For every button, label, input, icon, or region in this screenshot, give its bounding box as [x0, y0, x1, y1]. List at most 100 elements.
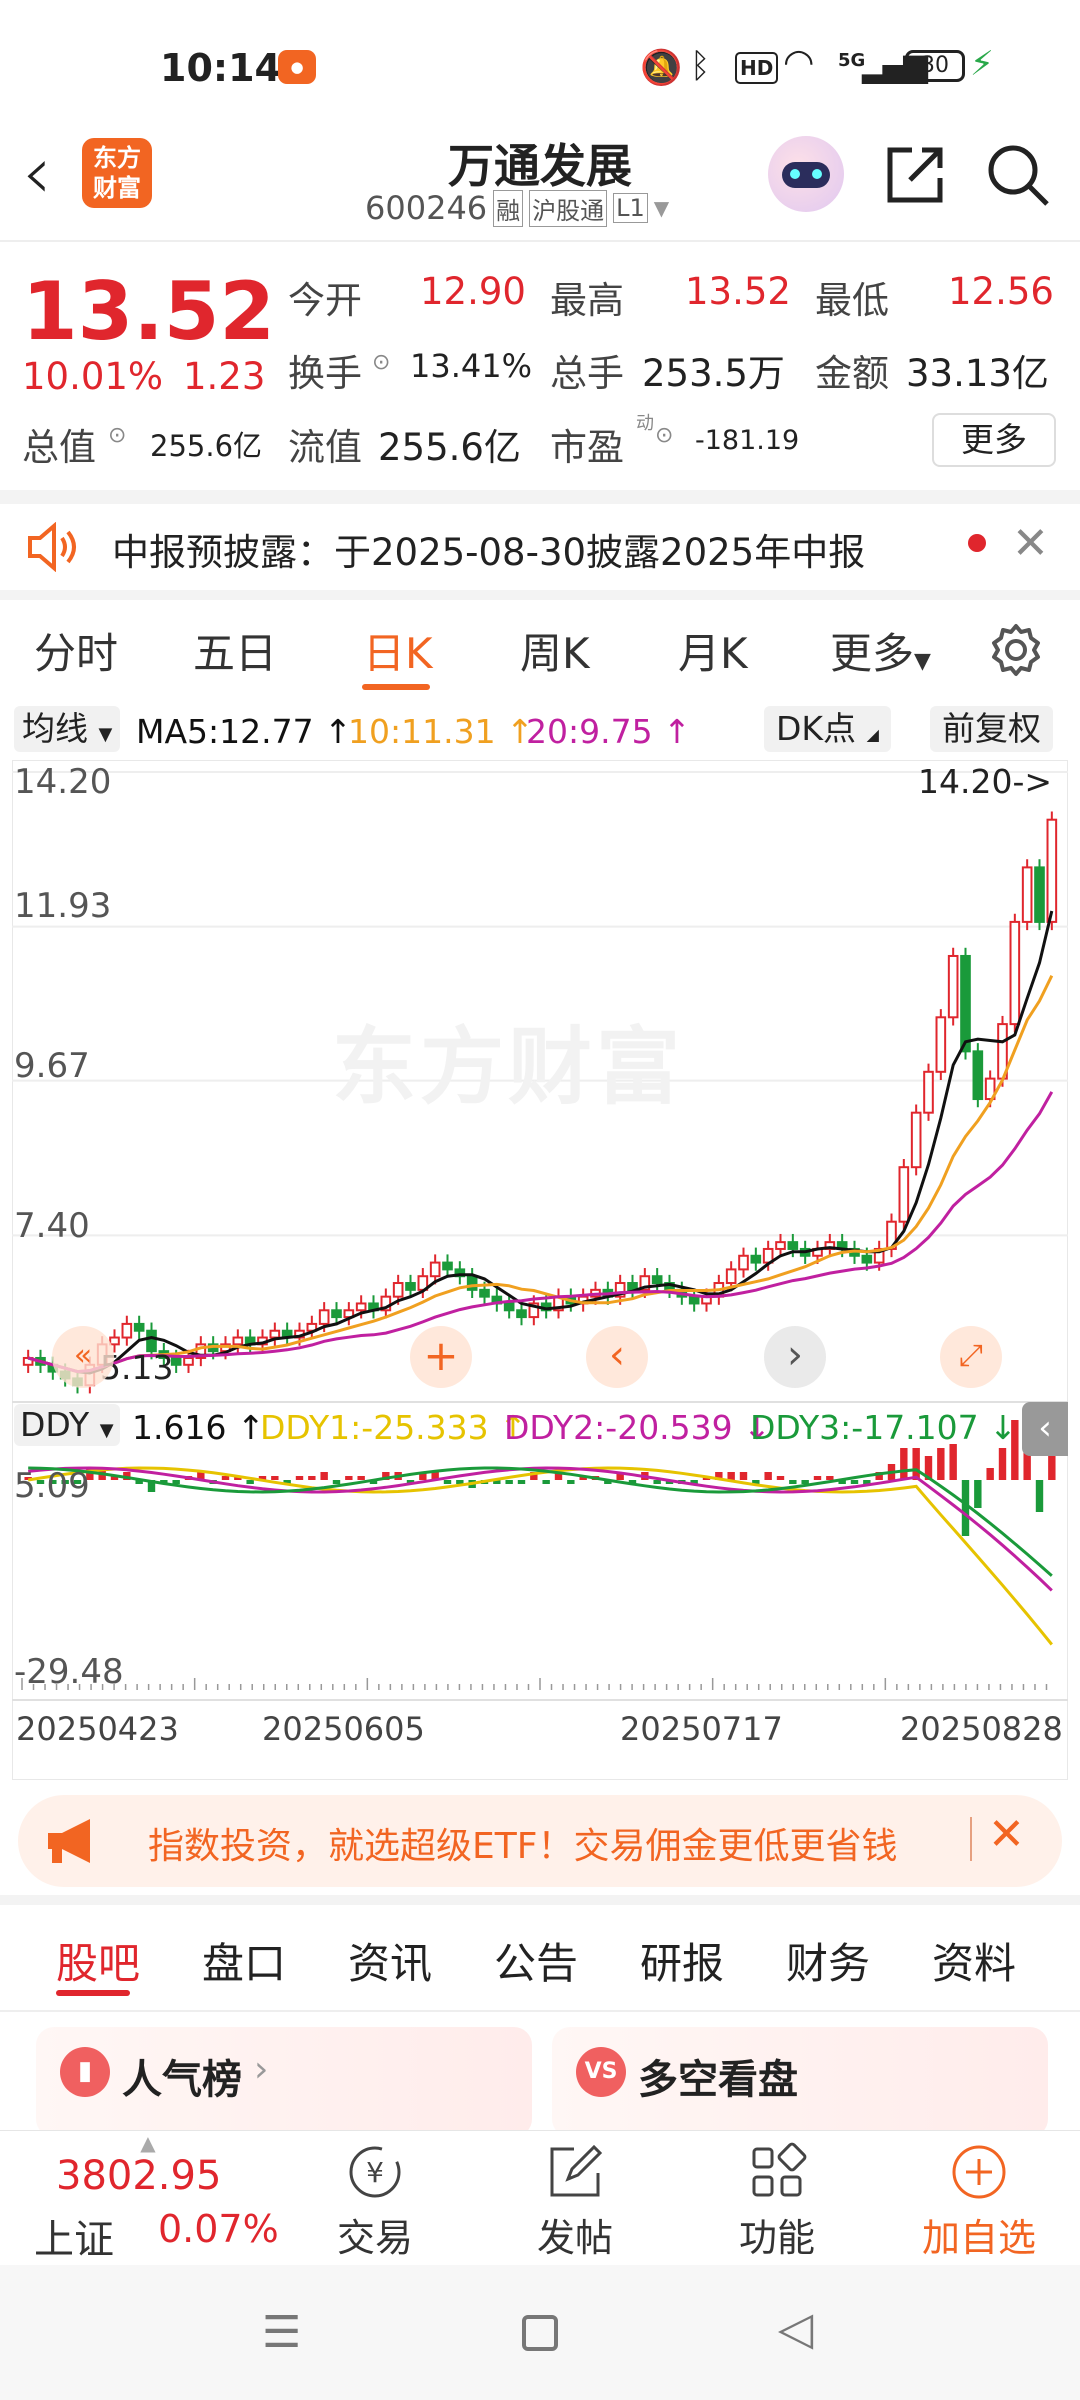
- ddy2-label: DDY2:-20.539: [504, 1408, 733, 1447]
- ddy-bar: [986, 1468, 994, 1480]
- candle-body: [516, 1309, 527, 1319]
- trade-button[interactable]: ¥ 交易: [310, 2141, 440, 2261]
- candle-body: [355, 1302, 367, 1312]
- fullscreen-icon[interactable]: ⤢: [940, 1326, 1002, 1388]
- indicator-selector[interactable]: DDY ▼: [14, 1404, 120, 1446]
- info-icon[interactable]: ⊙: [372, 350, 390, 375]
- battery-icon: 30: [905, 50, 965, 82]
- y-tick-label: 14.20: [14, 762, 112, 802]
- tab-daily-k[interactable]: 日K: [363, 620, 433, 681]
- index-ticker[interactable]: ▲ 3802.95 上证 0.07%: [0, 2131, 300, 2266]
- tab-profile[interactable]: 资料: [932, 1930, 1016, 1991]
- notice-bar[interactable]: 中报预披露：于2025-08-30披露2025年中报 ✕: [0, 504, 1080, 590]
- change-percent: 10.01%: [22, 355, 164, 398]
- ddy3-line: [28, 1466, 1053, 1577]
- add-watchlist-button[interactable]: 加自选: [904, 2141, 1054, 2261]
- ddy-bar: [776, 1476, 785, 1480]
- tab-orderbook[interactable]: 盘口: [202, 1930, 286, 1991]
- more-button[interactable]: 更多: [932, 413, 1056, 467]
- chevron-right-icon[interactable]: ›: [764, 1326, 826, 1388]
- open-value: 12.90: [420, 270, 526, 313]
- ddy-bar: [912, 1448, 920, 1480]
- last-price: 13.52: [22, 265, 276, 358]
- ddy-bar: [826, 1476, 834, 1480]
- candle-body: [910, 1111, 922, 1169]
- candle-body: [898, 1166, 910, 1223]
- logo-line-2: 财富: [93, 174, 141, 202]
- tab-news[interactable]: 资讯: [348, 1930, 432, 1991]
- ddy-bar: [308, 1476, 316, 1480]
- popularity-card[interactable]: ▮ 人气榜 ›: [36, 2027, 532, 2137]
- tab-intraday[interactable]: 分时: [34, 620, 118, 681]
- rewind-icon[interactable]: «: [52, 1326, 114, 1388]
- tab-forum[interactable]: 股吧: [56, 1930, 140, 1991]
- tab-more[interactable]: 更多▼: [830, 620, 931, 681]
- post-label: 发帖: [536, 2216, 613, 2260]
- menu-icon[interactable]: ☰: [262, 2307, 301, 2358]
- stock-code-row[interactable]: 600246 融 沪股通 L1 ▼: [365, 188, 669, 228]
- info-tabs: 股吧 盘口 资讯 公告 研报 财务 资料: [0, 1910, 1080, 2010]
- status-bar: 10:14 ● 🔕 ᛒ HD ◠ 5G ▂▄▆ 30 ⚡: [0, 0, 1080, 130]
- ddy-bar: [937, 1448, 945, 1480]
- logo-line-1: 东方: [93, 144, 141, 172]
- long-short-card[interactable]: VS 多空看盘: [552, 2027, 1048, 2137]
- search-icon[interactable]: [985, 142, 1051, 208]
- info-icon[interactable]: ⊙: [655, 423, 673, 448]
- ma-selector[interactable]: 均线 ▼: [14, 706, 121, 752]
- promo-banner[interactable]: 指数投资，就选超级ETF！交易佣金更低更省钱 ✕: [18, 1795, 1062, 1887]
- ddy-bar: [246, 1480, 254, 1484]
- badge-connect: 沪股通: [529, 189, 608, 227]
- assistant-avatar-icon[interactable]: [768, 136, 844, 212]
- pe-sup: 动: [636, 413, 654, 434]
- tab-financials[interactable]: 财务: [786, 1930, 870, 1991]
- indicator-tick-label: 5.09: [14, 1466, 90, 1506]
- share-icon[interactable]: [882, 142, 948, 208]
- ddy-bar: [320, 1472, 328, 1480]
- candle-body: [1034, 866, 1045, 923]
- tab-monthly-k[interactable]: 月K: [678, 620, 748, 681]
- ma10-label: 10:11.31: [348, 712, 496, 751]
- close-icon[interactable]: ✕: [988, 1809, 1025, 1860]
- x-tick-label: 20250605: [262, 1710, 425, 1748]
- ddy2-value: DDY2:-20.539 ↓: [504, 1408, 771, 1447]
- zoom-in-icon[interactable]: +: [410, 1326, 472, 1388]
- info-icon[interactable]: ⊙: [108, 423, 126, 448]
- tab-announcements[interactable]: 公告: [494, 1930, 578, 1991]
- chevron-left-icon[interactable]: ‹: [586, 1326, 648, 1388]
- back-icon[interactable]: ‹: [22, 130, 52, 216]
- tab-five-day[interactable]: 五日: [193, 620, 277, 681]
- gear-icon[interactable]: [988, 622, 1044, 678]
- ddy-bar: [998, 1448, 1007, 1480]
- ddy-bar: [271, 1476, 279, 1480]
- low-value: 12.56: [948, 270, 1054, 313]
- ddy-bar: [505, 1480, 513, 1484]
- indicator-legend-row: DDY ▼ 1.616 ↑ DDY1:-25.333 ↑ DDY2:-20.53…: [12, 1400, 1068, 1456]
- ddy-bar: [295, 1476, 304, 1480]
- back-nav-icon[interactable]: ◁: [778, 2301, 813, 2355]
- chart-frame: [11, 759, 1069, 1781]
- tab-research[interactable]: 研报: [640, 1930, 724, 1991]
- candle-body: [935, 1016, 947, 1073]
- open-label: 今开: [288, 279, 362, 322]
- dk-point-button[interactable]: DK点 ◢: [764, 706, 891, 752]
- bluetooth-icon: ᛒ: [690, 46, 711, 86]
- home-icon[interactable]: [522, 2315, 558, 2351]
- megaphone-icon: [48, 1819, 90, 1863]
- collapse-panel-icon[interactable]: ‹: [1022, 1402, 1068, 1456]
- ddy3-label: DDY3:-17.107: [750, 1408, 979, 1447]
- candle-body: [269, 1329, 281, 1339]
- tab-weekly-k[interactable]: 周K: [520, 620, 590, 681]
- post-button[interactable]: 发帖: [510, 2141, 640, 2261]
- high-label: 最高: [550, 279, 624, 322]
- adjust-button[interactable]: 前复权: [930, 706, 1053, 752]
- dk-label: DK点: [776, 709, 857, 748]
- index-change: 0.07%: [158, 2207, 279, 2251]
- close-icon[interactable]: ✕: [1012, 518, 1049, 569]
- high-value: 13.52: [685, 270, 791, 313]
- functions-button[interactable]: 功能: [712, 2141, 842, 2261]
- kline-chart[interactable]: 14.20 11.93 9.67 7.40 14.20-> 5.13 东方财富 …: [11, 759, 1069, 1781]
- volume-value: 253.5万: [642, 352, 785, 395]
- kline-svg[interactable]: [11, 759, 1069, 1781]
- ddy-value: 1.616 ↑: [132, 1408, 265, 1447]
- speaker-icon: [28, 522, 76, 572]
